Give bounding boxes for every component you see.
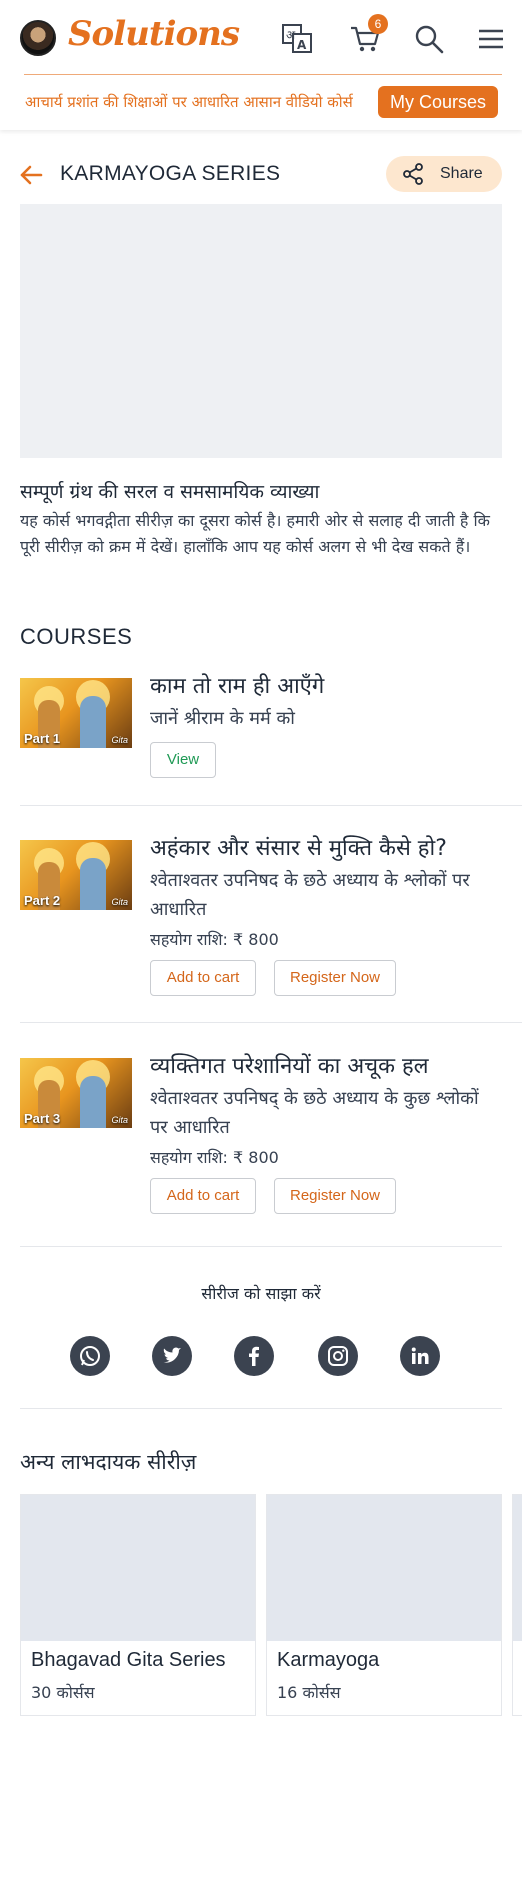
register-now-button[interactable]: Register Now: [274, 1178, 396, 1214]
avatar[interactable]: [20, 20, 56, 56]
facebook-icon[interactable]: [234, 1336, 274, 1376]
tagline: आचार्य प्रशांत की शिक्षाओं पर आधारित आसा…: [25, 93, 353, 111]
add-to-cart-button[interactable]: Add to cart: [150, 960, 256, 996]
course-thumbnail[interactable]: Part 2 Gita: [20, 840, 132, 910]
whatsapp-icon[interactable]: [70, 1336, 110, 1376]
instagram-icon[interactable]: [318, 1336, 358, 1376]
course-card: Part 2 Gita अहंकार और संसार से मुक्ति कै…: [20, 836, 502, 1000]
course-thumbnail[interactable]: Part 3 Gita: [20, 1058, 132, 1128]
series-card-peek[interactable]: [512, 1494, 522, 1716]
back-arrow-icon[interactable]: [18, 162, 44, 188]
svg-text:A: A: [297, 38, 307, 52]
course-thumbnail[interactable]: Part 1 Gita: [20, 678, 132, 748]
share-label: Share: [440, 165, 483, 182]
course-title[interactable]: व्यक्तिगत परेशानियों का अचूक हल: [150, 1052, 502, 1082]
courses-heading: COURSES: [20, 624, 133, 649]
share-icon: [403, 163, 423, 185]
course-part-label: Part 2: [24, 893, 61, 908]
top-header: Solutions अ A 6 आचार्य प्रशांत की शिक्षा…: [0, 0, 522, 130]
course-subtitle: श्वेताश्वतर उपनिषद् के छठे अध्याय के कुछ…: [150, 1088, 479, 1138]
header-divider: [24, 74, 502, 75]
search-icon[interactable]: [412, 22, 446, 56]
course-part-label: Part 1: [24, 731, 61, 746]
svg-text:अ: अ: [286, 28, 296, 42]
series-course-count: 16 कोर्सस: [277, 1683, 341, 1702]
series-name: Bhagavad Gita Series: [31, 1649, 226, 1671]
section-divider: [20, 1408, 502, 1409]
series-card[interactable]: Bhagavad Gita Series 30 कोर्सस: [20, 1494, 256, 1716]
description-text: यह कोर्स भगवद्गीता सीरीज़ का दूसरा कोर्स…: [20, 511, 490, 556]
course-divider: [20, 1022, 522, 1023]
course-subtitle: श्वेताश्वतर उपनिषद के छठे अध्याय के श्लो…: [150, 870, 470, 920]
my-courses-button[interactable]: My Courses: [378, 86, 498, 118]
language-translate-icon[interactable]: अ A: [280, 22, 314, 56]
other-series-heading: अन्य लाभदायक सीरीज़: [20, 1450, 197, 1474]
twitter-icon[interactable]: [152, 1336, 192, 1376]
hamburger-menu-icon[interactable]: [474, 22, 508, 56]
cart-count-badge: 6: [368, 14, 388, 34]
hero-image-placeholder: [20, 204, 502, 458]
linkedin-icon[interactable]: [400, 1336, 440, 1376]
site-logo[interactable]: Solutions: [68, 14, 240, 54]
series-course-count: 30 कोर्सस: [31, 1683, 95, 1702]
course-price: सहयोग राशि: ₹ 800: [150, 930, 279, 949]
course-title[interactable]: अहंकार और संसार से मुक्ति कैसे हो?: [150, 834, 502, 864]
share-button[interactable]: Share: [386, 156, 502, 192]
series-card[interactable]: Karmayoga 16 कोर्सस: [266, 1494, 502, 1716]
view-course-button[interactable]: View: [150, 742, 216, 778]
add-to-cart-button[interactable]: Add to cart: [150, 1178, 256, 1214]
course-part-label: Part 3: [24, 1111, 61, 1126]
course-price: सहयोग राशि: ₹ 800: [150, 1148, 279, 1167]
course-card: Part 3 Gita व्यक्तिगत परेशानियों का अचूक…: [20, 1054, 502, 1218]
description-title: सम्पूर्ण ग्रंथ की सरल व समसामयिक व्याख्य…: [20, 481, 320, 503]
share-series-label: सीरीज को साझा करें: [201, 1284, 321, 1303]
course-divider: [20, 805, 522, 806]
section-divider: [20, 1246, 502, 1247]
series-thumbnail-placeholder: [267, 1495, 501, 1641]
series-thumbnail-placeholder: [21, 1495, 255, 1641]
page-title: KARMAYOGA SERIES: [60, 162, 281, 185]
course-title[interactable]: काम तो राम ही आएँगे: [150, 672, 502, 702]
course-card: Part 1 Gita काम तो राम ही आएँगे जानें श्…: [20, 674, 502, 788]
course-subtitle: जानें श्रीराम के मर्म को: [150, 708, 295, 729]
series-name: Karmayoga: [277, 1649, 380, 1671]
series-thumbnail-placeholder: [513, 1495, 522, 1641]
register-now-button[interactable]: Register Now: [274, 960, 396, 996]
